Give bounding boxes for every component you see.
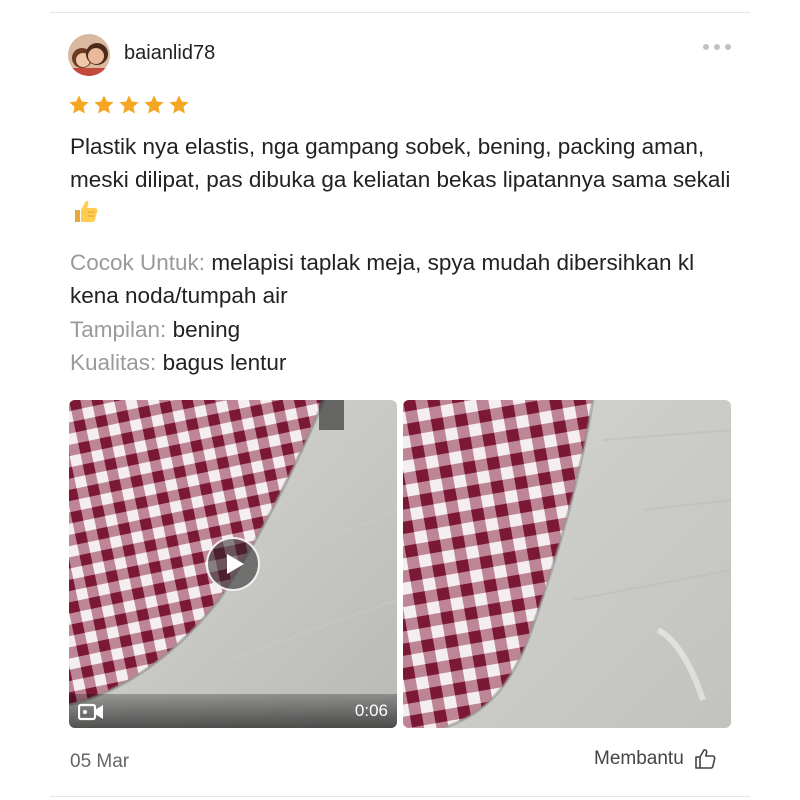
star-rating xyxy=(68,94,190,116)
more-dots-icon[interactable] xyxy=(700,36,734,58)
star-icon xyxy=(94,95,114,114)
attribute-label: Cocok Untuk: xyxy=(70,250,206,275)
review-text-body: Plastik nya elastis, nga gampang sobek, … xyxy=(70,134,731,192)
username[interactable]: baianlid78 xyxy=(124,42,215,65)
review-date: 05 Mar xyxy=(70,751,130,772)
review-text: Plastik nya elastis, nga gampang sobek, … xyxy=(70,130,740,229)
attribute-kualitas: Kualitas: bagus lentur xyxy=(70,346,740,379)
bottom-divider xyxy=(50,796,750,797)
attribute-label: Tampilan: xyxy=(70,317,167,342)
video-camera-icon xyxy=(78,703,103,721)
star-icon xyxy=(69,95,89,114)
thumbs-up-emoji xyxy=(72,197,100,225)
helpful-label: Membantu xyxy=(594,748,684,769)
star-icon xyxy=(144,95,164,114)
attribute-value: bening xyxy=(172,317,241,342)
thumbs-up-outline-icon xyxy=(694,749,716,769)
video-duration: 0:06 xyxy=(354,701,388,720)
review-video-thumbnail[interactable]: 0:06 xyxy=(69,400,397,728)
avatar[interactable] xyxy=(68,34,110,76)
attribute-label: Kualitas: xyxy=(70,350,157,375)
attribute-tampilan: Tampilan: bening xyxy=(70,313,740,346)
star-icon xyxy=(119,95,139,114)
attribute-value: bagus lentur xyxy=(162,350,287,375)
video-info-bar: 0:06 xyxy=(69,694,397,728)
review-photo-thumbnail[interactable] xyxy=(403,400,731,728)
review-photo-image xyxy=(403,400,731,728)
star-icon xyxy=(169,95,189,114)
play-icon[interactable] xyxy=(206,537,260,591)
attribute-cocok-untuk: Cocok Untuk: melapisi taplak meja, spya … xyxy=(70,246,740,312)
top-divider xyxy=(50,12,750,13)
helpful-button[interactable]: Membantu xyxy=(594,748,716,770)
